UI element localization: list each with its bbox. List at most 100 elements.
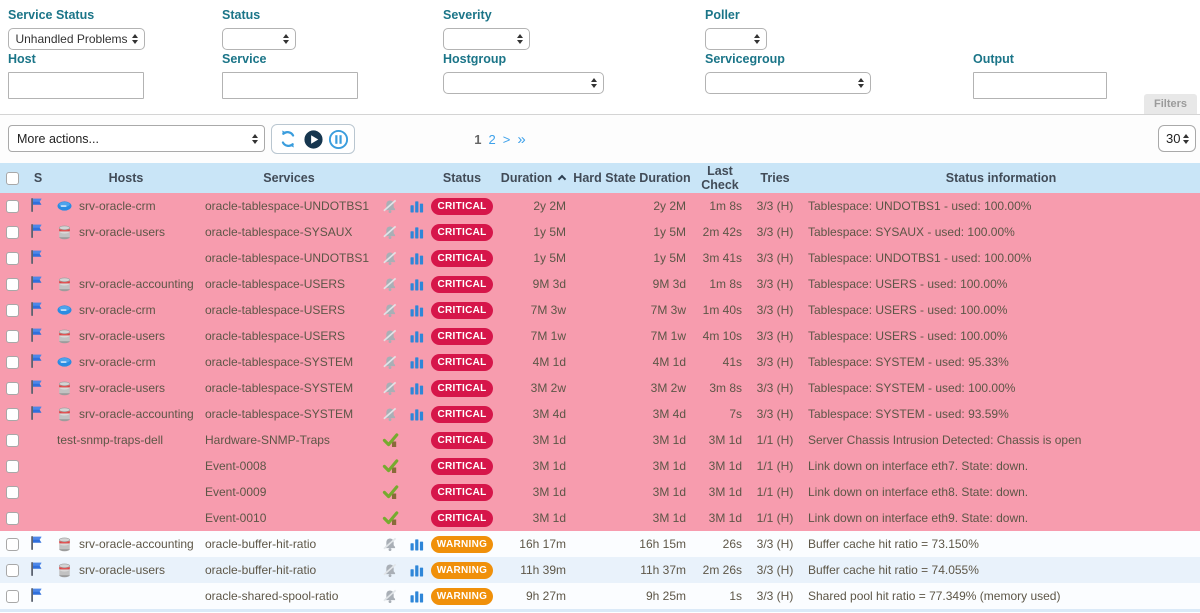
service-link[interactable]: oracle-tablespace-USERS [200,297,378,323]
page-size-select[interactable]: 30 [1158,125,1196,152]
status-badge: CRITICAL [431,276,493,293]
row-checkbox[interactable] [6,382,19,395]
row-checkbox[interactable] [6,226,19,239]
more-actions-select[interactable]: More actions... [8,125,265,152]
page-current[interactable]: 1 [474,132,481,147]
row-checkbox[interactable] [6,434,19,447]
host-link[interactable]: test-snmp-traps-dell [57,433,163,447]
output-input[interactable] [973,72,1107,99]
graph-icon[interactable] [410,381,424,395]
filters-button[interactable]: Filters [1144,94,1197,114]
table-row: srv-oracle-accounting oracle-tablespace-… [0,401,1200,427]
graph-icon[interactable] [410,407,424,421]
pause-button[interactable] [326,126,350,152]
graph-icon[interactable] [410,563,424,577]
host-link[interactable]: srv-oracle-crm [79,303,156,317]
row-checkbox[interactable] [6,564,19,577]
service-link[interactable]: oracle-tablespace-SYSTEM [200,349,378,375]
host-link[interactable]: srv-oracle-users [79,225,165,239]
row-checkbox[interactable] [6,200,19,213]
last-check-cell: 41s [692,349,748,375]
notifications-disabled-icon [382,355,398,370]
service-link[interactable]: oracle-buffer-hit-ratio [200,531,378,557]
row-checkbox[interactable] [6,538,19,551]
row-checkbox[interactable] [6,304,19,317]
select-arrows-icon [517,34,523,44]
service-link[interactable]: Event-0008 [200,453,378,479]
severity-select[interactable] [443,28,530,50]
header-last-check[interactable]: Last Check [692,163,748,193]
status-badge: CRITICAL [431,380,493,397]
status-badge: CRITICAL [431,354,493,371]
graph-icon[interactable] [410,199,424,213]
service-link[interactable]: oracle-shared-spool-ratio [200,583,378,609]
flag-icon [28,197,43,213]
row-checkbox[interactable] [6,590,19,603]
header-status[interactable]: Status [430,163,494,193]
page-2-link[interactable]: 2 [489,132,496,147]
host-link[interactable]: srv-oracle-users [79,329,165,343]
row-checkbox[interactable] [6,330,19,343]
duration-cell: 3M 1d [494,453,572,479]
service-table-body: srv-oracle-crm oracle-tablespace-UNDOTBS… [0,193,1200,609]
graph-icon[interactable] [410,303,424,317]
host-link[interactable]: srv-oracle-accounting [79,277,194,291]
service-link[interactable]: Event-0009 [200,479,378,505]
service-link[interactable]: Hardware-SNMP-Traps [200,427,378,453]
service-link[interactable]: oracle-buffer-hit-ratio [200,557,378,583]
header-hosts[interactable]: Hosts [52,163,200,193]
servicegroup-select[interactable] [705,72,871,94]
service-link[interactable]: oracle-tablespace-SYSAUX [200,219,378,245]
hard-state-duration-cell: 3M 1d [572,427,692,453]
service-link[interactable]: oracle-tablespace-USERS [200,323,378,349]
host-link[interactable]: srv-oracle-crm [79,355,156,369]
page-next-link[interactable]: > [503,132,511,147]
service-input[interactable] [222,72,358,99]
row-checkbox[interactable] [6,512,19,525]
header-hard-state-duration[interactable]: Hard State Duration [572,163,692,193]
row-checkbox[interactable] [6,278,19,291]
row-checkbox[interactable] [6,486,19,499]
service-link[interactable]: oracle-tablespace-UNDOTBS1 [200,245,378,271]
host-link[interactable]: srv-oracle-accounting [79,407,194,421]
row-checkbox[interactable] [6,252,19,265]
notifications-disabled-icon [382,199,398,214]
service-link[interactable]: oracle-tablespace-USERS [200,271,378,297]
graph-icon[interactable] [410,537,424,551]
play-button[interactable] [301,126,325,152]
host-input[interactable] [8,72,144,99]
hostgroup-select[interactable] [443,72,604,94]
row-checkbox[interactable] [6,460,19,473]
select-all-checkbox[interactable] [6,172,19,185]
graph-icon[interactable] [410,329,424,343]
graph-icon[interactable] [410,277,424,291]
host-link[interactable]: srv-oracle-crm [79,199,156,213]
row-checkbox[interactable] [6,356,19,369]
header-s[interactable]: S [24,163,52,193]
graph-icon[interactable] [410,355,424,369]
header-status-information[interactable]: Status information [802,163,1200,193]
service-link[interactable]: Event-0010 [200,505,378,531]
service-link[interactable]: oracle-tablespace-SYSTEM [200,401,378,427]
flag-icon [28,327,43,343]
header-services[interactable]: Services [200,163,378,193]
header-duration[interactable]: Duration [494,163,572,193]
header-tries[interactable]: Tries [748,163,802,193]
poller-label: Poller [705,8,767,22]
refresh-button[interactable] [276,126,300,152]
service-link[interactable]: oracle-tablespace-UNDOTBS1 [200,193,378,219]
graph-icon[interactable] [410,225,424,239]
status-information-cell: Tablespace: UNDOTBS1 - used: 100.00% [802,245,1200,271]
service-status-select[interactable]: Unhandled Problems [8,28,145,50]
graph-icon[interactable] [410,251,424,265]
graph-icon[interactable] [410,589,424,603]
host-link[interactable]: srv-oracle-users [79,381,165,395]
host-link[interactable]: srv-oracle-accounting [79,537,194,551]
host-link[interactable]: srv-oracle-users [79,563,165,577]
row-checkbox[interactable] [6,408,19,421]
service-link[interactable]: oracle-tablespace-SYSTEM [200,375,378,401]
poller-select[interactable] [705,28,767,50]
page-last-link[interactable]: » [517,131,525,148]
status-select[interactable] [222,28,296,50]
duration-cell: 1y 5M [494,219,572,245]
